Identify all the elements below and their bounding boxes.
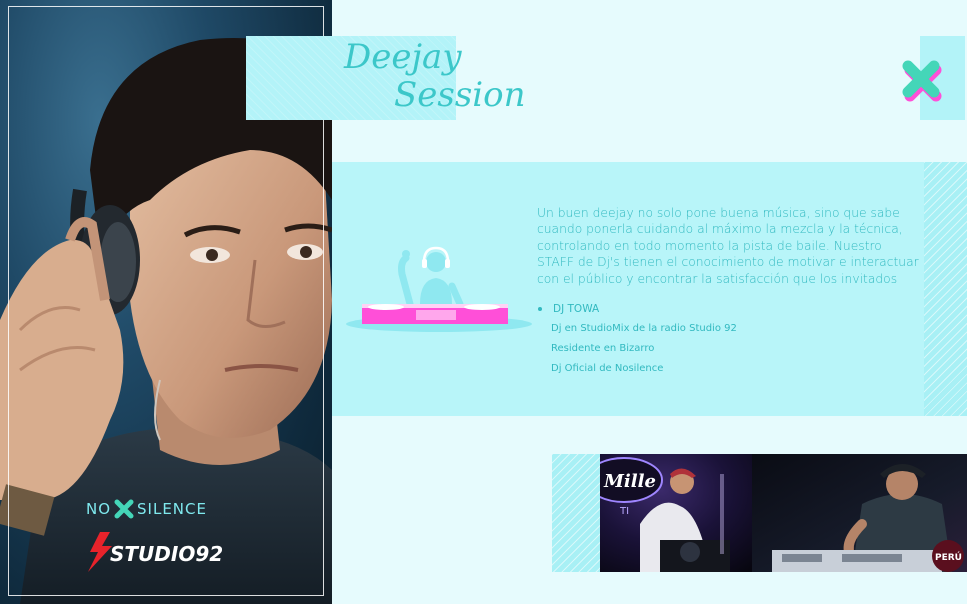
description-text: Un buen deejay no solo pone buena música… — [537, 206, 919, 286]
dj-performance-photo-2: PERÚ — [752, 454, 967, 572]
dj-performance-photo-1: Mille TI — [600, 454, 752, 572]
dj-name: DJ TOWA — [553, 303, 600, 315]
info-panel-stripe — [924, 162, 967, 416]
photo1-sign: Mille — [603, 471, 656, 492]
studio92-logo: STUDIO92 — [88, 532, 222, 572]
photo2-badge: PERÚ — [935, 551, 962, 563]
title-line2: Session — [394, 75, 526, 115]
dj-detail: Dj en StudioMix de la radio Studio 92 — [551, 323, 737, 334]
dj-list: DJ TOWA Dj en StudioMix de la radio Stud… — [538, 302, 838, 376]
dj-detail: Dj Oficial de Nosilence — [551, 363, 664, 374]
photo1-sub: TI — [619, 506, 629, 517]
studio92-logo-text: STUDIO92 — [110, 542, 222, 566]
nosilence-logo: NO SILENCE — [86, 498, 226, 520]
photo-strip-stripe — [552, 454, 600, 572]
dj-detail: Residente en Bizarro — [551, 343, 655, 354]
dj-turntable-illustration — [346, 246, 532, 332]
x-mark-icon — [902, 60, 942, 102]
page-title: Deejay Session — [338, 37, 526, 118]
x-mark-icon — [114, 499, 134, 519]
bullet-icon — [538, 307, 542, 311]
nosilence-logo-right: SILENCE — [137, 500, 207, 518]
nosilence-logo-left: NO — [86, 500, 112, 518]
title-line1: Deejay — [344, 37, 462, 77]
list-item: DJ TOWA — [538, 302, 838, 316]
